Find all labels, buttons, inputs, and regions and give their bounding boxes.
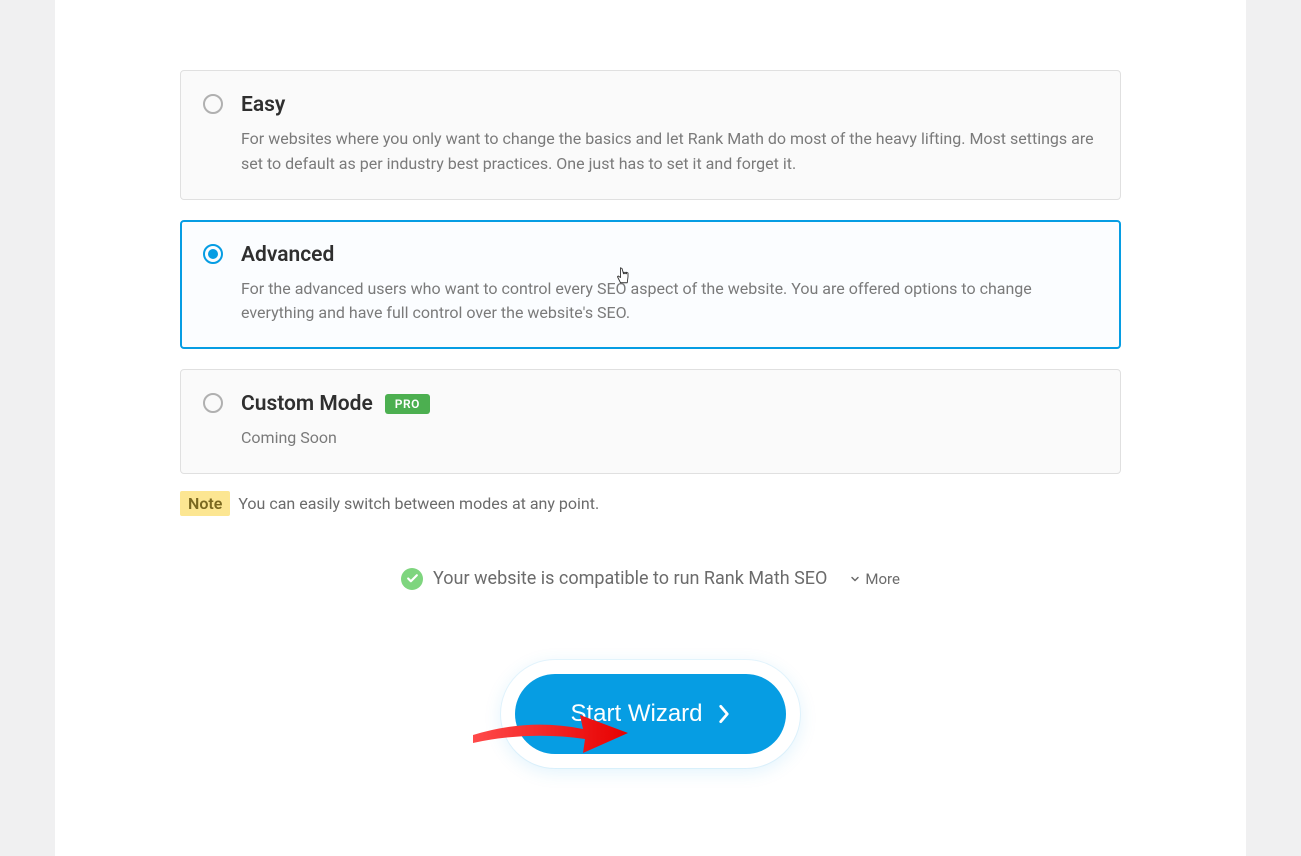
pro-badge: PRO	[385, 394, 430, 414]
page-background: Easy For websites where you only want to…	[0, 0, 1301, 856]
chevron-right-icon	[717, 703, 731, 725]
option-easy-title: Easy	[241, 93, 1095, 117]
note-label: Note	[180, 491, 230, 516]
more-toggle[interactable]: More	[849, 570, 900, 588]
radio-icon	[203, 393, 223, 413]
option-easy[interactable]: Easy For websites where you only want to…	[180, 70, 1121, 200]
button-wrap: Start Wizard	[180, 660, 1121, 768]
button-glow: Start Wizard	[501, 660, 799, 768]
radio-icon	[203, 94, 223, 114]
start-wizard-label: Start Wizard	[570, 700, 702, 728]
wizard-panel: Easy For websites where you only want to…	[55, 0, 1246, 856]
start-wizard-button[interactable]: Start Wizard	[515, 674, 785, 754]
radio-icon	[203, 244, 223, 264]
check-circle-icon	[401, 568, 423, 590]
option-custom-desc: Coming Soon	[241, 426, 1095, 451]
chevron-down-icon	[849, 573, 861, 585]
option-advanced[interactable]: Advanced For the advanced users who want…	[180, 220, 1121, 350]
compatibility-row: Your website is compatible to run Rank M…	[180, 568, 1121, 590]
option-custom-title: Custom Mode PRO	[241, 392, 1095, 416]
note-row: Note You can easily switch between modes…	[180, 494, 1121, 513]
note-text: You can easily switch between modes at a…	[234, 494, 599, 513]
option-advanced-desc: For the advanced users who want to contr…	[241, 277, 1095, 327]
more-label: More	[865, 570, 900, 588]
option-custom[interactable]: Custom Mode PRO Coming Soon	[180, 369, 1121, 474]
option-advanced-title: Advanced	[241, 243, 1095, 267]
option-easy-desc: For websites where you only want to chan…	[241, 127, 1095, 177]
option-custom-title-text: Custom Mode	[241, 392, 373, 416]
compatibility-text: Your website is compatible to run Rank M…	[433, 568, 827, 589]
